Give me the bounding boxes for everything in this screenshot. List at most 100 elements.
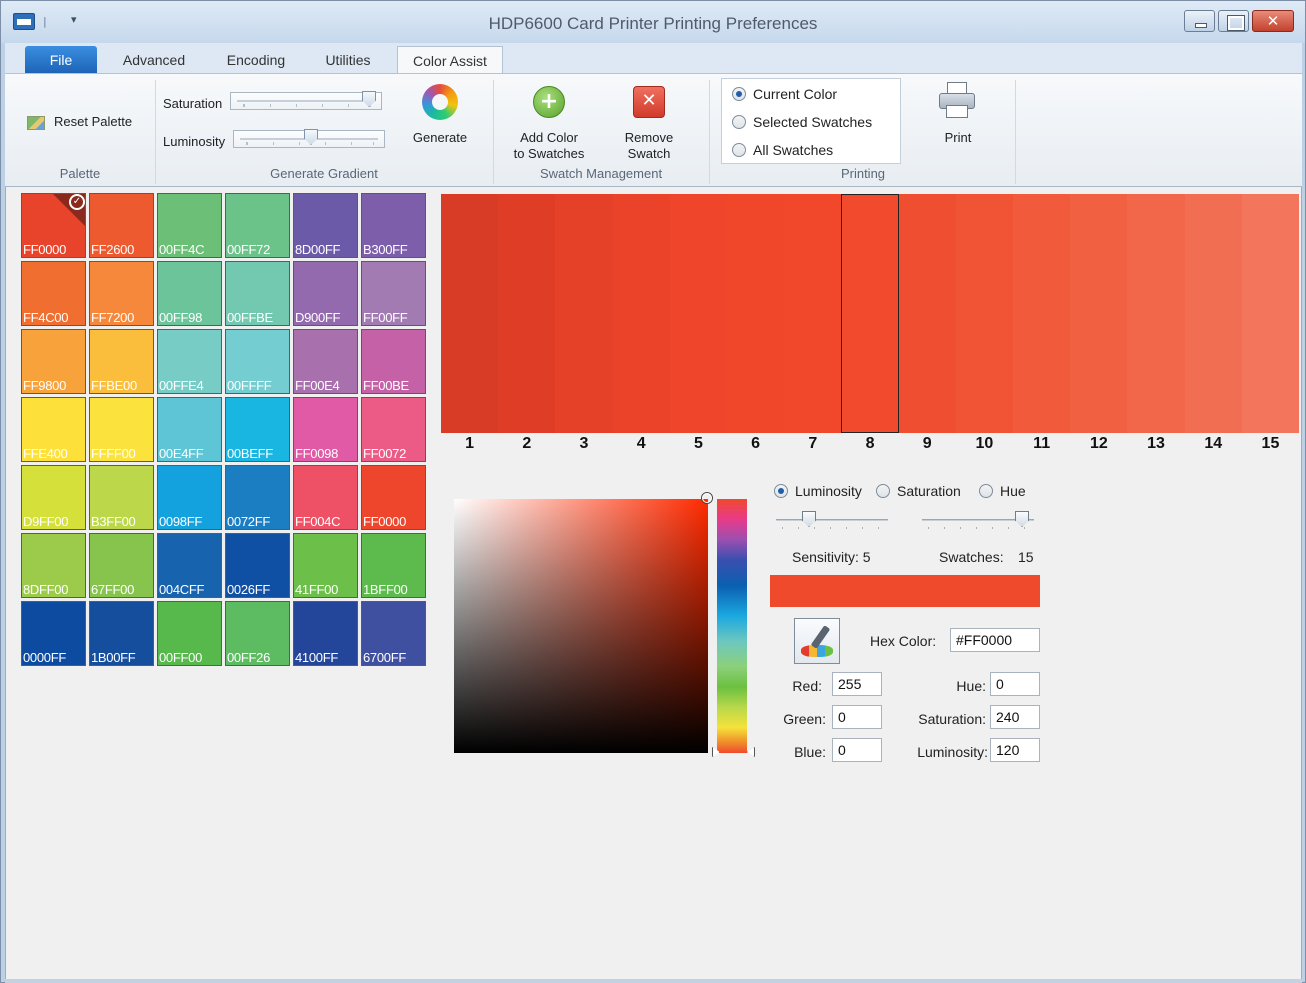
color-swatch[interactable]: 00FFE4 [157,329,222,394]
gradient-swatch[interactable] [1070,194,1128,433]
color-swatch[interactable]: 67FF00 [89,533,154,598]
remove-swatch-label-line2: Swatch [627,146,671,161]
radio-button[interactable] [732,87,746,101]
color-swatch[interactable]: 00E4FF [157,397,222,462]
color-swatch[interactable]: FF00BE [361,329,426,394]
sensitivity-slider[interactable] [776,511,888,529]
color-swatch[interactable]: FF0072 [361,397,426,462]
tab-advanced[interactable]: Advanced [111,46,197,73]
color-swatch[interactable]: FF7200 [89,261,154,326]
reset-palette-button[interactable]: Reset Palette [25,112,141,134]
color-swatch[interactable]: FF4C00 [21,261,86,326]
remove-swatch-button[interactable]: Remove Swatch [609,130,689,162]
color-swatch[interactable]: 0072FF [225,465,290,530]
color-swatch[interactable]: 8D00FF [293,193,358,258]
gradient-swatch[interactable] [1241,194,1300,433]
color-swatch[interactable]: B3FF00 [89,465,154,530]
tab-color-assist[interactable]: Color Assist [397,46,503,73]
color-swatch[interactable]: 6700FF [361,601,426,666]
gradient-swatch[interactable] [1013,194,1071,433]
add-icon[interactable]: + [533,86,565,118]
green-input[interactable]: 0 [832,705,882,729]
radio-button[interactable] [774,484,788,498]
color-swatch[interactable]: FF9800 [21,329,86,394]
gradient-swatch[interactable] [612,194,670,433]
sensitivity-slider-thumb[interactable] [802,511,816,527]
color-swatch[interactable]: 0000FF [21,601,86,666]
color-swatch[interactable]: FFFF00 [89,397,154,462]
color-swatch[interactable]: 0098FF [157,465,222,530]
color-swatch[interactable]: 00FF00 [157,601,222,666]
gradient-swatch[interactable] [898,194,956,433]
radio-button[interactable] [979,484,993,498]
color-swatch[interactable]: 8DFF00 [21,533,86,598]
color-swatch[interactable]: 4100FF [293,601,358,666]
saturation-slider[interactable] [230,91,382,110]
blue-input[interactable]: 0 [832,738,882,762]
printer-icon[interactable] [939,82,975,118]
hex-color-input[interactable]: #FF0000 [950,628,1040,652]
gradient-swatch[interactable] [1184,194,1242,433]
maximize-button[interactable] [1218,10,1249,32]
color-swatch[interactable]: 00BEFF [225,397,290,462]
hue-input[interactable]: 0 [990,672,1040,696]
color-swatch[interactable]: 00FF98 [157,261,222,326]
swatch-count-slider-thumb[interactable] [1015,511,1029,527]
color-swatch[interactable]: 004CFF [157,533,222,598]
color-swatch[interactable]: 1B00FF [89,601,154,666]
color-swatch[interactable]: 00FF26 [225,601,290,666]
radio-label: Luminosity [795,483,862,499]
color-swatch[interactable]: B300FF [361,193,426,258]
gradient-swatch[interactable] [784,194,842,433]
color-swatch[interactable]: FF0098 [293,397,358,462]
luminosity-slider[interactable] [233,129,385,148]
gradient-swatch[interactable] [441,194,499,433]
color-swatch[interactable]: FF004C [293,465,358,530]
gradient-swatch[interactable] [669,194,728,433]
swatch-count-slider[interactable] [922,511,1034,529]
gradient-swatch[interactable] [727,194,785,433]
radio-button[interactable] [876,484,890,498]
color-swatch[interactable]: D9FF00 [21,465,86,530]
color-swatch[interactable]: 1BFF00 [361,533,426,598]
color-swatch[interactable]: 41FF00 [293,533,358,598]
color-swatch[interactable]: 00FFBE [225,261,290,326]
radio-button[interactable] [732,143,746,157]
color-swatch[interactable]: FFE400 [21,397,86,462]
close-button[interactable]: ✕ [1252,10,1294,32]
gradient-swatch[interactable] [498,194,556,433]
color-swatch[interactable]: D900FF [293,261,358,326]
saturation-input[interactable]: 240 [990,705,1040,729]
color-swatch[interactable]: FF0000 [361,465,426,530]
red-input[interactable]: 255 [832,672,882,696]
print-button[interactable]: Print [923,130,993,146]
minimize-button[interactable] [1184,10,1215,32]
color-swatch[interactable]: 00FF4C [157,193,222,258]
gradient-swatch[interactable] [555,194,613,433]
gradient-swatch[interactable] [1127,194,1185,433]
color-swatch[interactable]: 00FFFF [225,329,290,394]
luminosity-input[interactable]: 120 [990,738,1040,762]
color-swatch[interactable]: 00FF72 [225,193,290,258]
gradient-swatch[interactable] [841,194,899,433]
color-wheel-icon[interactable] [422,84,458,120]
tab-file[interactable]: File [25,46,97,73]
add-color-to-swatches-button[interactable]: Add Color to Swatches [499,130,599,162]
gradient-swatch[interactable] [955,194,1014,433]
saturation-value-picker[interactable] [454,499,708,753]
eyedropper-button[interactable] [794,618,840,664]
picker-marker[interactable] [702,493,712,503]
remove-icon[interactable]: ✕ [633,86,665,118]
color-swatch[interactable]: 0026FF [225,533,290,598]
hue-slider[interactable] [717,499,747,753]
color-swatch[interactable]: FF2600 [89,193,154,258]
color-swatch[interactable]: FFBE00 [89,329,154,394]
radio-button[interactable] [732,115,746,129]
color-swatch[interactable]: FF0000 ✓ [21,193,86,258]
tab-utilities[interactable]: Utilities [313,46,383,73]
generate-button[interactable]: Generate [405,130,475,146]
hue-slider-arrow-right[interactable] [747,747,755,757]
tab-encoding[interactable]: Encoding [217,46,295,73]
color-swatch[interactable]: FF00FF [361,261,426,326]
color-swatch[interactable]: FF00E4 [293,329,358,394]
